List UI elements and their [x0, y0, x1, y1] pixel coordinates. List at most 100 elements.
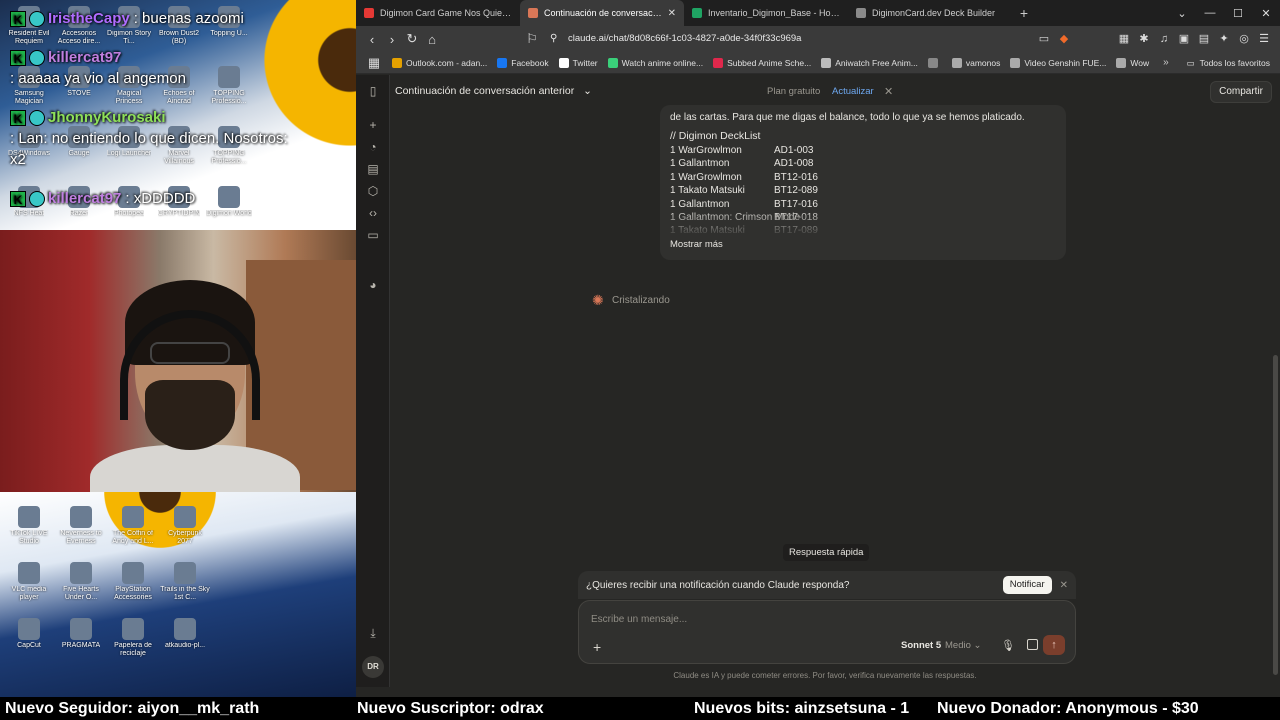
bookmark-item[interactable]: Subbed Anime Sche...	[713, 57, 811, 68]
claude-icon	[528, 8, 538, 18]
bookmark-label: Wow	[1130, 57, 1150, 68]
browser-tab[interactable]: Digimon Card Game Nos Quiere Dej	[356, 0, 520, 26]
send-button[interactable]: ↑	[1043, 635, 1065, 655]
desktop-icon[interactable]: PlayStation Accessories	[108, 562, 158, 614]
bookmark-item[interactable]: vamonos	[951, 57, 1000, 68]
bookmark-icon[interactable]: ⚐	[522, 31, 542, 47]
minimize-button[interactable]: —	[1196, 7, 1224, 19]
address-bar: ‹ › ↻ ⌂ ⚐ ⚲ claude.ai/chat/8d08c66f-1c03…	[356, 26, 1280, 52]
desktop-icon-label: TikTok LIVE Studio	[10, 530, 48, 545]
desktop-icon[interactable]: Neverness to Everness	[56, 506, 106, 558]
maximize-button[interactable]: ☐	[1224, 7, 1252, 20]
desktop-top: Resident Evil Requiem Accesorios Acceso d…	[0, 0, 356, 230]
quick-reply-button[interactable]: Respuesta rápida	[783, 544, 870, 561]
desktop-icon[interactable]: Cyberpunk 2077	[160, 506, 210, 558]
add-attachment-button[interactable]: +	[593, 639, 601, 655]
bookmark-item[interactable]: Video Genshin FUE...	[1010, 57, 1107, 68]
code-icon[interactable]: ‹›	[365, 205, 381, 221]
apps-icon[interactable]: ▦	[364, 55, 384, 71]
bookmark-label: Video Genshin FUE...	[1024, 57, 1107, 68]
share-button[interactable]: Compartir	[1210, 81, 1272, 103]
menu-icon[interactable]: ☰	[1254, 30, 1274, 48]
browser-tab[interactable]: DigimonCard.dev Deck Builder	[848, 0, 1012, 26]
bookmark-item[interactable]: Twitter	[558, 57, 598, 68]
more-bookmarks-icon[interactable]: »	[1163, 57, 1169, 68]
desktop-icon-label: Trails in the Sky 1st C...	[160, 586, 210, 601]
chat-username: JhonnyKurosaki	[48, 109, 166, 126]
ai-icon[interactable]: ✦	[1214, 30, 1234, 48]
desktop-bottom: TikTok LIVE Studio Neverness to Everness T…	[0, 492, 356, 697]
tab-search-icon[interactable]: ⌄	[1168, 7, 1196, 20]
chat-header: Continuación de conversación anterior ⌄ …	[390, 75, 1280, 109]
desktop-icon-label: The Coffin of Andy and L...	[112, 530, 154, 545]
bookmark-item[interactable]: Aniwatch Free Anim...	[821, 57, 918, 68]
brave-shield-icon[interactable]: ◆	[1054, 30, 1074, 48]
upgrade-link[interactable]: Actualizar	[832, 86, 874, 97]
desktop-icon[interactable]: TikTok LIVE Studio	[4, 506, 54, 558]
effort-selector[interactable]: Medio ⌄	[945, 640, 981, 651]
back-button[interactable]: ‹	[362, 32, 382, 47]
mic-icon[interactable]: 🎙	[1001, 639, 1015, 652]
desktop-icon[interactable]: CapCut	[4, 618, 54, 670]
notify-button[interactable]: Notificar	[1002, 576, 1052, 594]
close-tab-icon[interactable]: ✕	[668, 8, 676, 19]
gift-badge-icon	[29, 10, 45, 27]
scrollbar[interactable]	[1273, 355, 1278, 675]
close-icon[interactable]: ✕	[884, 85, 893, 98]
cast-icon[interactable]: ▭	[1034, 30, 1054, 48]
sidebar-icon[interactable]: ▤	[1194, 30, 1214, 48]
conversation-title[interactable]: Continuación de conversación anterior ⌄	[395, 85, 592, 97]
claude-spark-icon: ✺	[592, 292, 604, 308]
download-icon[interactable]: ⤓	[365, 625, 381, 641]
new-tab-button[interactable]: +	[1012, 5, 1036, 21]
show-more-button[interactable]: Mostrar más	[670, 239, 723, 250]
model-selector[interactable]: Sonnet 5	[901, 640, 941, 651]
artifacts-icon[interactable]: ⬡	[365, 183, 381, 199]
url-field[interactable]: ⚲ claude.ai/chat/8d08c66f-1c03-4827-a0de…	[542, 30, 1082, 48]
bookmark-item[interactable]: Facebook	[497, 57, 549, 68]
user-message: de las cartas. Para que me digas el bala…	[660, 105, 1066, 260]
chats-icon[interactable]: ◔	[365, 139, 381, 155]
music-icon[interactable]: ♫	[1154, 30, 1174, 48]
home-button[interactable]: ⌂	[422, 32, 442, 47]
toolbox-icon[interactable]: ▭	[365, 227, 381, 243]
projects-icon[interactable]: ▤	[365, 161, 381, 177]
bookmark-item[interactable]	[927, 57, 942, 68]
bookmark-item[interactable]: Watch anime online...	[607, 57, 703, 68]
extensions-icon[interactable]: ▦	[1114, 30, 1134, 48]
desktop-icon[interactable]: Five Hearts Under O...	[56, 562, 106, 614]
site-info-icon[interactable]: ⚲	[550, 30, 557, 48]
vpn-icon[interactable]: ◎	[1234, 30, 1254, 48]
message-composer[interactable]: Escribe un mensaje... + Sonnet 5 Medio ⌄…	[578, 600, 1076, 664]
tab-bar: Digimon Card Game Nos Quiere Dej Continua…	[356, 0, 1280, 26]
bookmark-item[interactable]: Outlook.com - adan...	[392, 57, 487, 68]
browser-tab[interactable]: Inventario_Digimon_Base - Hojas de	[684, 0, 848, 26]
new-chat-icon[interactable]: +	[365, 117, 381, 133]
desktop-icon[interactable]: PRAGMATA	[56, 618, 106, 670]
chat-text: : xDDDDD	[125, 190, 196, 207]
desktop-icon[interactable]: The Coffin of Andy and L...	[108, 506, 158, 558]
app-icon	[70, 506, 92, 528]
toggle-sidebar-icon[interactable]: ▯	[365, 83, 381, 99]
forward-button[interactable]: ›	[382, 32, 402, 47]
close-window-button[interactable]: ✕	[1252, 7, 1280, 20]
desktop-icon[interactable]: Trails in the Sky 1st C...	[160, 562, 210, 614]
app-icon	[174, 506, 196, 528]
chat-text: : Lan: no entiendo lo que dicen. Nosotro…	[10, 130, 288, 168]
all-bookmarks-label: Todos los favoritos	[1199, 58, 1270, 68]
app-icon	[18, 562, 40, 584]
desktop-icon[interactable]: Papelera de reciclaje	[108, 618, 158, 670]
kick-badge-icon: K	[10, 190, 26, 207]
all-bookmarks[interactable]: ▭ Todos los favoritos	[1187, 52, 1270, 74]
desktop-icon[interactable]: VLC media player	[4, 562, 54, 614]
bookmark-item[interactable]: Wow	[1116, 57, 1150, 68]
message-input[interactable]: Escribe un mensaje...	[591, 614, 687, 625]
voice-mode-icon[interactable]	[1027, 639, 1038, 650]
reload-button[interactable]: ↻	[402, 31, 422, 47]
wallet-icon[interactable]: ▣	[1174, 30, 1194, 48]
close-icon[interactable]: ✕	[1060, 580, 1068, 591]
palette-icon[interactable]: ◕	[365, 277, 381, 293]
puzzle-icon[interactable]: ✱	[1134, 30, 1154, 48]
desktop-icon[interactable]: atkaudio-pl...	[160, 618, 210, 670]
browser-tab[interactable]: Continuación de conversación a ✕	[520, 0, 684, 26]
